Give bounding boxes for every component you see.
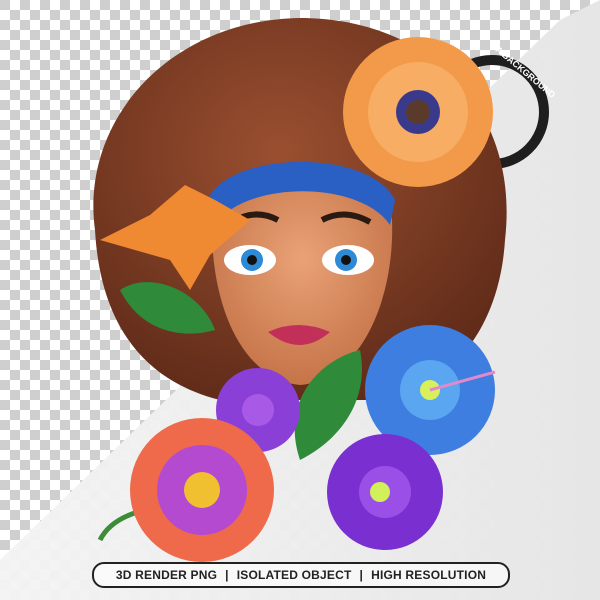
banner-item: HIGH RESOLUTION (371, 568, 487, 582)
orange-gerbera-flower (343, 37, 493, 187)
banner-item: ISOLATED OBJECT (236, 568, 352, 582)
feature-banner: 3D RENDER PNG | ISOLATED OBJECT | HIGH R… (92, 562, 510, 588)
purple-flower-large (327, 434, 443, 550)
banner-separator: | (225, 568, 229, 582)
banner-item: 3D RENDER PNG (115, 568, 218, 582)
hibiscus-flower (130, 418, 274, 562)
product-illustration: A BACKGROUND (0, 0, 600, 600)
banner-separator: | (359, 568, 364, 582)
